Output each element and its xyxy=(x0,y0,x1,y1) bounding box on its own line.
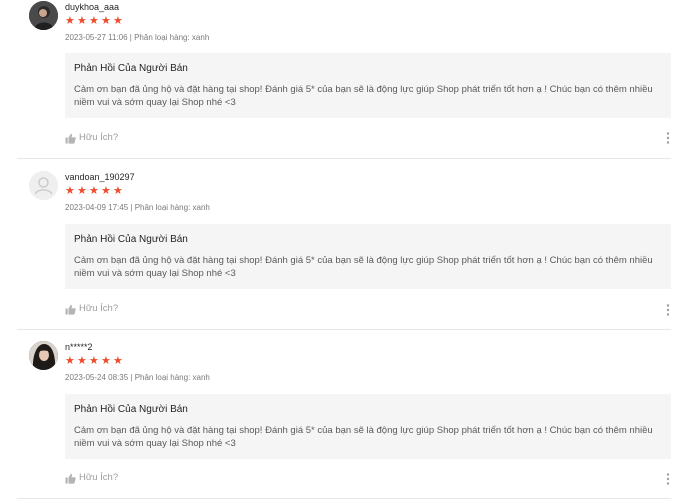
user-avatar[interactable] xyxy=(29,171,58,200)
seller-reply: Phản Hồi Của Người Bán Cảm ơn bạn đã ủng… xyxy=(65,53,671,118)
star-icon: ★ xyxy=(77,355,87,367)
star-rating: ★ ★ ★ ★ ★ xyxy=(65,186,124,197)
user-photo-icon xyxy=(29,1,58,30)
star-icon: ★ xyxy=(113,15,123,27)
star-icon: ★ xyxy=(101,185,111,197)
star-icon: ★ xyxy=(65,185,75,197)
helpful-button[interactable]: Hữu Ích? xyxy=(65,472,118,484)
reviewer-username[interactable]: duykhoa_aaa xyxy=(65,2,119,13)
reviewer-username[interactable]: n*****2 xyxy=(65,342,93,353)
thumbs-up-icon xyxy=(65,133,76,144)
review-item: vandoan_190297 ★ ★ ★ ★ ★ 2023-04-09 17:4… xyxy=(0,170,700,330)
seller-reply-title: Phản Hồi Của Người Bán xyxy=(74,63,188,74)
thumbs-up-icon xyxy=(65,304,76,315)
review-item: n*****2 ★ ★ ★ ★ ★ 2023-05-24 08:35 | Phâ… xyxy=(0,340,700,500)
helpful-button[interactable]: Hữu Ích? xyxy=(65,132,118,144)
user-avatar[interactable] xyxy=(29,1,58,30)
user-avatar[interactable] xyxy=(29,341,58,370)
star-icon: ★ xyxy=(77,185,87,197)
seller-reply: Phản Hồi Của Người Bán Cảm ơn bạn đã ủng… xyxy=(65,394,671,459)
review-divider xyxy=(17,498,671,499)
helpful-label: Hữu Ích? xyxy=(79,472,119,483)
review-meta: 2023-05-27 11:06 | Phân loại hàng: xanh xyxy=(65,33,210,42)
star-icon: ★ xyxy=(101,15,111,27)
more-vertical-icon xyxy=(666,473,670,485)
star-icon: ★ xyxy=(89,185,99,197)
seller-reply-text: Cảm ơn bạn đã ủng hộ và đặt hàng tại sho… xyxy=(74,255,653,279)
review-meta: 2023-04-09 17:45 | Phân loại hàng: xanh xyxy=(65,203,210,212)
more-options-button[interactable] xyxy=(663,303,673,317)
review-divider xyxy=(17,158,671,159)
seller-reply-text: Cảm ơn bạn đã ủng hộ và đặt hàng tại sho… xyxy=(74,425,653,449)
more-options-button[interactable] xyxy=(663,131,673,145)
reviewer-username[interactable]: vandoan_190297 xyxy=(65,172,135,183)
star-icon: ★ xyxy=(77,15,87,27)
thumbs-up-icon xyxy=(65,473,76,484)
seller-reply-title: Phản Hồi Của Người Bán xyxy=(74,404,188,415)
star-icon: ★ xyxy=(65,15,75,27)
star-rating: ★ ★ ★ ★ ★ xyxy=(65,356,124,367)
star-icon: ★ xyxy=(89,15,99,27)
star-icon: ★ xyxy=(101,355,111,367)
seller-reply: Phản Hồi Của Người Bán Cảm ơn bạn đã ủng… xyxy=(65,224,671,289)
review-meta: 2023-05-24 08:35 | Phân loại hàng: xanh xyxy=(65,373,210,382)
star-icon: ★ xyxy=(113,355,123,367)
default-user-icon xyxy=(29,171,58,200)
star-rating: ★ ★ ★ ★ ★ xyxy=(65,16,124,27)
seller-reply-text: Cảm ơn bạn đã ủng hộ và đặt hàng tại sho… xyxy=(74,84,653,108)
more-vertical-icon xyxy=(666,132,670,144)
more-vertical-icon xyxy=(666,304,670,316)
star-icon: ★ xyxy=(113,185,123,197)
helpful-label: Hữu Ích? xyxy=(79,132,119,143)
helpful-button[interactable]: Hữu Ích? xyxy=(65,303,118,315)
review-divider xyxy=(17,329,671,330)
review-item: duykhoa_aaa ★ ★ ★ ★ ★ 2023-05-27 11:06 |… xyxy=(0,0,700,158)
seller-reply-title: Phản Hồi Của Người Bán xyxy=(74,234,188,245)
star-icon: ★ xyxy=(89,355,99,367)
helpful-label: Hữu Ích? xyxy=(79,303,119,314)
more-options-button[interactable] xyxy=(663,472,673,486)
user-photo-icon xyxy=(29,341,58,370)
star-icon: ★ xyxy=(65,355,75,367)
